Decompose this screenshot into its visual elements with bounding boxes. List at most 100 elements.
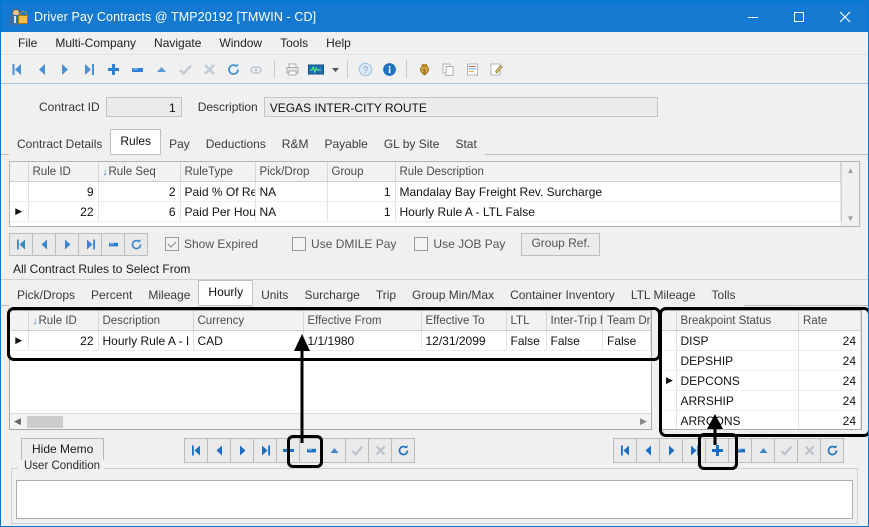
- column-header-description[interactable]: Description: [98, 311, 193, 331]
- tab-deductions[interactable]: Deductions: [198, 133, 274, 155]
- column-header-breakpoint-status[interactable]: Breakpoint Status: [676, 311, 799, 331]
- first-record-icon[interactable]: [9, 233, 33, 256]
- column-header-rule-id[interactable]: ↓Rule ID: [28, 311, 98, 331]
- close-button[interactable]: [822, 1, 868, 32]
- menu-item-navigate[interactable]: Navigate: [145, 34, 210, 52]
- user-condition-input[interactable]: [16, 480, 853, 519]
- money-bag-icon[interactable]: $: [412, 57, 436, 81]
- refresh-icon[interactable]: [820, 438, 844, 463]
- previous-record-icon[interactable]: [29, 57, 53, 81]
- column-header-pick-drop[interactable]: Pick/Drop: [255, 162, 327, 182]
- column-header-inter-trip-payment[interactable]: Inter-Trip Payment: [546, 311, 603, 331]
- tab-container-inventory[interactable]: Container Inventory: [502, 284, 623, 306]
- column-header-ltl[interactable]: LTL: [506, 311, 546, 331]
- tab-tolls[interactable]: Tolls: [704, 284, 744, 306]
- last-record-icon[interactable]: [682, 438, 706, 463]
- tab-stat[interactable]: Stat: [447, 133, 484, 155]
- next-record-icon[interactable]: [659, 438, 683, 463]
- table-row[interactable]: ▶ 22 6 Paid Per Hou NA 1 Hourly Rule A -…: [10, 202, 841, 222]
- first-record-icon[interactable]: [613, 438, 637, 463]
- restore-record-icon[interactable]: [322, 438, 346, 463]
- column-header-effective-to[interactable]: Effective To: [421, 311, 506, 331]
- table-row[interactable]: ▶ 22 Hourly Rule A - I CAD 1/1/1980 12/3…: [10, 331, 651, 351]
- table-row[interactable]: DISP 24: [662, 331, 861, 351]
- tab-trip[interactable]: Trip: [368, 284, 404, 306]
- column-header-ruletype[interactable]: RuleType: [180, 162, 255, 182]
- column-header-rate[interactable]: Rate: [799, 311, 861, 331]
- column-header-group[interactable]: Group: [327, 162, 395, 182]
- tab-rm[interactable]: R&M: [274, 133, 317, 155]
- next-record-icon[interactable]: [53, 57, 77, 81]
- tab-pay[interactable]: Pay: [161, 133, 198, 155]
- monitor-icon[interactable]: [304, 57, 328, 81]
- table-row[interactable]: 9 2 Paid % Of Re NA 1 Mandalay Bay Freig…: [10, 182, 841, 202]
- add-icon[interactable]: [101, 57, 125, 81]
- refresh-icon[interactable]: [221, 57, 245, 81]
- column-header-rule-seq[interactable]: ↓Rule Seq: [98, 162, 180, 182]
- show-expired-checkbox[interactable]: Show Expired: [165, 237, 258, 251]
- scroll-down-icon[interactable]: ▼: [842, 210, 859, 226]
- tab-rules[interactable]: Rules: [110, 129, 161, 154]
- column-header-team-driver[interactable]: Team Dri: [603, 311, 651, 331]
- menu-item-file[interactable]: File: [9, 34, 46, 52]
- restore-icon[interactable]: [149, 57, 173, 81]
- next-record-icon[interactable]: [55, 233, 79, 256]
- table-row[interactable]: DEPSHIP 24: [662, 351, 861, 371]
- previous-record-icon[interactable]: [636, 438, 660, 463]
- add-record-icon[interactable]: [705, 438, 729, 463]
- table-row[interactable]: ARRCONS 24: [662, 411, 861, 431]
- use-job-pay-checkbox[interactable]: Use JOB Pay: [414, 237, 505, 251]
- previous-record-icon[interactable]: [207, 438, 231, 463]
- tab-hourly[interactable]: Hourly: [198, 280, 253, 305]
- minimize-button[interactable]: [730, 1, 776, 32]
- tab-gl-by-site[interactable]: GL by Site: [376, 133, 448, 155]
- refresh-icon[interactable]: [124, 233, 148, 256]
- tab-ltl-mileage[interactable]: LTL Mileage: [623, 284, 704, 306]
- breakpoint-grid[interactable]: Breakpoint Status Rate DISP 24 DEPSHIP: [661, 310, 862, 430]
- last-record-icon[interactable]: [253, 438, 277, 463]
- tab-payable[interactable]: Payable: [316, 133, 375, 155]
- dropdown-arrow-icon[interactable]: [328, 57, 342, 81]
- scroll-left-icon[interactable]: ◀: [10, 416, 25, 427]
- tab-units[interactable]: Units: [253, 284, 296, 306]
- rules-grid[interactable]: Rule ID ↓Rule Seq RuleType Pick/Drop Gro…: [9, 161, 860, 227]
- hourly-grid[interactable]: ↓Rule ID Description Currency Effective …: [9, 310, 652, 430]
- menu-item-help[interactable]: Help: [317, 34, 360, 52]
- maximize-button[interactable]: [776, 1, 822, 32]
- table-row[interactable]: ▶ DEPCONS 24: [662, 371, 861, 391]
- last-record-icon[interactable]: [78, 233, 102, 256]
- tab-pick-drops[interactable]: Pick/Drops: [9, 284, 83, 306]
- last-record-icon[interactable]: [77, 57, 101, 81]
- add-record-icon[interactable]: [276, 438, 300, 463]
- tab-surcharge[interactable]: Surcharge: [296, 284, 367, 306]
- delete-record-icon[interactable]: [728, 438, 752, 463]
- delete-icon[interactable]: [125, 57, 149, 81]
- first-record-icon[interactable]: [184, 438, 208, 463]
- column-header-rule-id[interactable]: Rule ID: [28, 162, 98, 182]
- info-icon[interactable]: [377, 57, 401, 81]
- first-record-icon[interactable]: [5, 57, 29, 81]
- column-header-effective-from[interactable]: Effective From: [303, 311, 421, 331]
- contract-id-input[interactable]: 1: [106, 97, 182, 117]
- delete-icon[interactable]: [101, 233, 125, 256]
- delete-record-icon[interactable]: [299, 438, 323, 463]
- column-header-rule-description[interactable]: Rule Description: [395, 162, 841, 182]
- tab-percent[interactable]: Percent: [83, 284, 140, 306]
- menu-item-window[interactable]: Window: [210, 34, 271, 52]
- previous-record-icon[interactable]: [32, 233, 56, 256]
- use-dmile-pay-checkbox[interactable]: Use DMILE Pay: [292, 237, 396, 251]
- menu-item-multi-company[interactable]: Multi-Company: [46, 34, 145, 52]
- hourly-grid-horizontal-scrollbar[interactable]: ◀ ▶: [10, 413, 651, 429]
- restore-record-icon[interactable]: [751, 438, 775, 463]
- tab-contract-details[interactable]: Contract Details: [9, 133, 110, 155]
- scroll-up-icon[interactable]: ▲: [842, 162, 859, 178]
- group-ref-button[interactable]: Group Ref.: [521, 233, 600, 256]
- scroll-right-icon[interactable]: ▶: [636, 416, 651, 427]
- scrollbar-thumb[interactable]: [27, 416, 63, 428]
- menu-item-tools[interactable]: Tools: [271, 34, 317, 52]
- table-row[interactable]: ARRSHIP 24: [662, 391, 861, 411]
- rules-grid-vertical-scrollbar[interactable]: ▲ ▼: [841, 162, 859, 226]
- refresh-icon[interactable]: [391, 438, 415, 463]
- next-record-icon[interactable]: [230, 438, 254, 463]
- column-header-currency[interactable]: Currency: [193, 311, 303, 331]
